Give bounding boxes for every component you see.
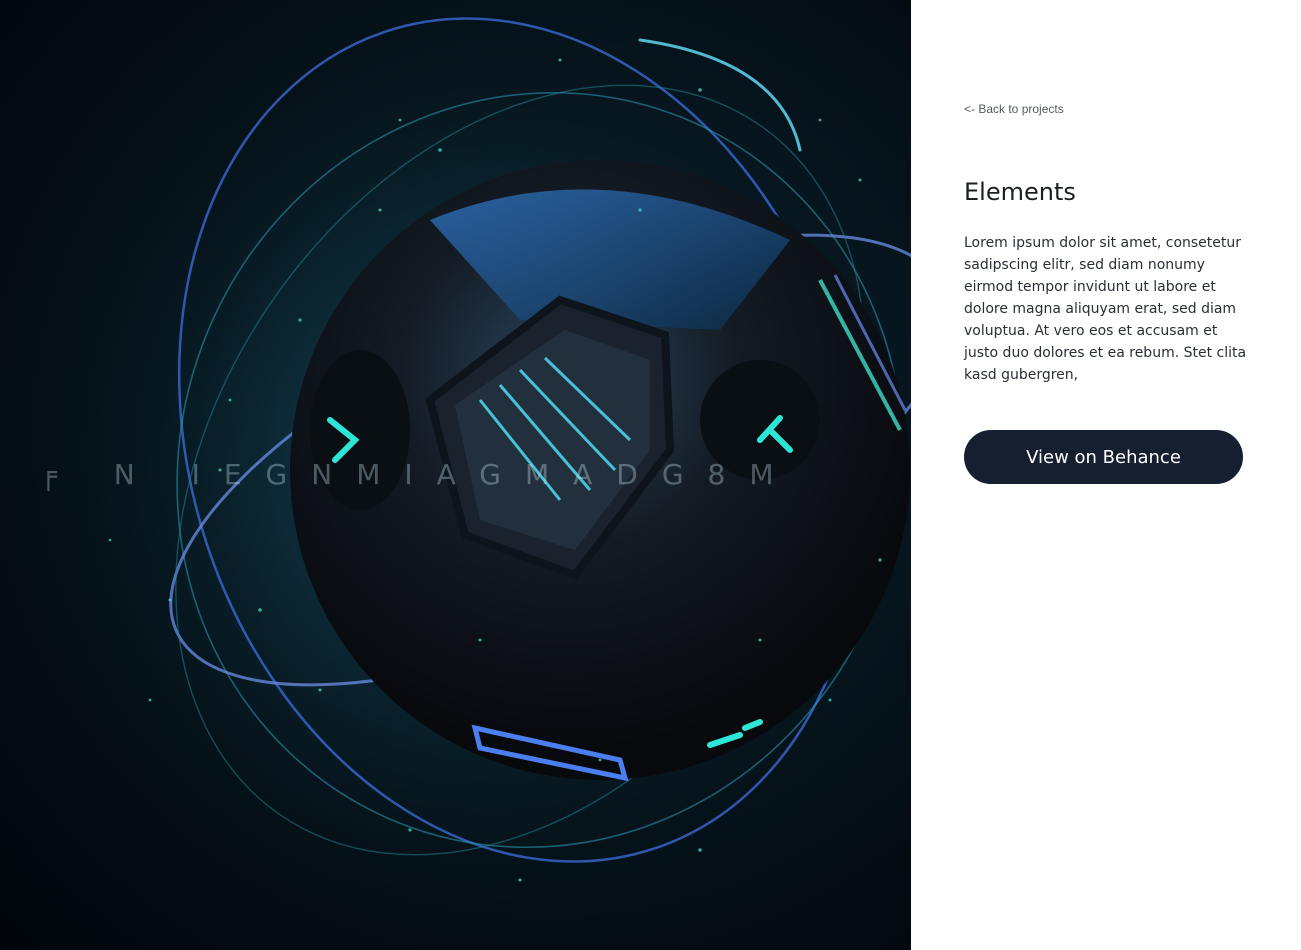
project-title: Elements (964, 178, 1076, 206)
project-description: Lorem ipsum dolor sit amet, consetetur s… (964, 235, 1247, 383)
project-page: ╒ N IEGNMIAGMADG8M <- Back to projects E… (0, 0, 1301, 950)
project-details-panel: <- Back to projects Elements Lorem ipsum… (911, 0, 1301, 950)
hero-overlay-text: ╒ N IEGNMIAGMADG8M (40, 458, 798, 491)
view-on-behance-button[interactable]: View on Behance (964, 430, 1243, 484)
back-to-projects-link[interactable]: <- Back to projects (964, 102, 1064, 116)
project-hero-image: ╒ N IEGNMIAGMADG8M (0, 0, 911, 950)
